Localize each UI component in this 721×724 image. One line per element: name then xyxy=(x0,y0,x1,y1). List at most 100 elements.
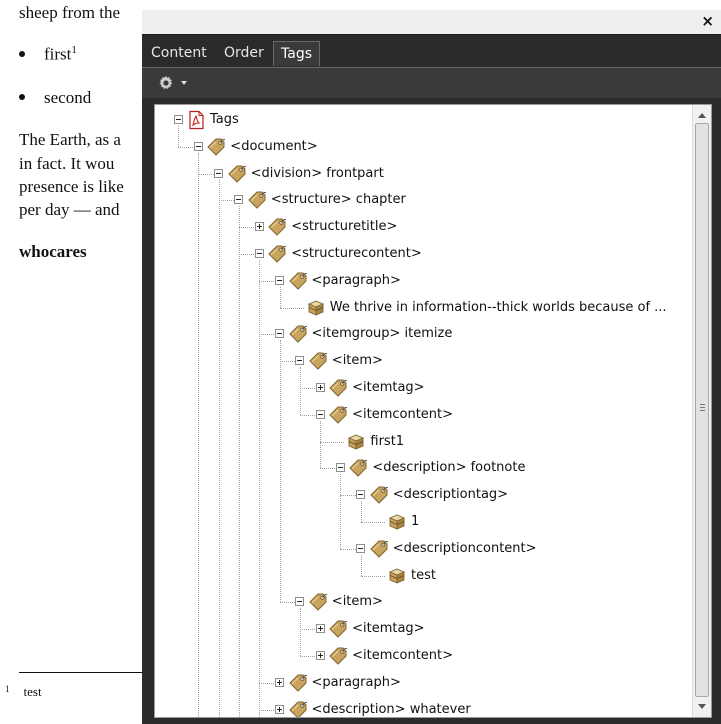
tree-connector xyxy=(340,474,342,549)
scroll-thumb[interactable] xyxy=(695,123,709,697)
tree-node[interactable]: first1 xyxy=(155,431,690,453)
tree-connector xyxy=(279,361,295,363)
tree-connector xyxy=(259,682,275,684)
tree-connector xyxy=(279,307,304,309)
tree-node-label: <itemtag> xyxy=(352,380,425,395)
tree-connector xyxy=(360,554,362,576)
tab-order[interactable]: Order xyxy=(217,41,271,66)
tag-icon xyxy=(288,700,308,717)
tree-node-label: <itemcontent> xyxy=(352,648,454,663)
tree-connector xyxy=(218,179,220,717)
tree-node[interactable]: <itemtag> xyxy=(155,377,690,399)
tree-node[interactable]: <descriptiontag> xyxy=(155,484,690,506)
tree-node[interactable]: <description> footnote xyxy=(155,457,690,479)
chevron-down-icon xyxy=(181,81,187,85)
scroll-down-icon[interactable] xyxy=(698,704,706,709)
close-icon[interactable]: × xyxy=(701,13,714,29)
expand-icon[interactable] xyxy=(275,677,284,687)
tree-node[interactable]: We thrive in information--thick worlds b… xyxy=(155,297,690,319)
tree-node-label: 1 xyxy=(411,514,420,529)
tree-node-label: <item> xyxy=(331,594,383,610)
tag-icon xyxy=(308,592,328,612)
tree-node[interactable]: <document> xyxy=(155,136,690,158)
scroll-up-icon[interactable] xyxy=(698,113,706,118)
collapse-icon[interactable] xyxy=(193,141,203,151)
tree-node-label: <itemgroup> itemize xyxy=(311,326,453,342)
bullet-icon xyxy=(19,94,25,101)
tree-node[interactable]: <itemgroup> itemize xyxy=(155,323,690,345)
tree-node[interactable]: <description> whatever xyxy=(155,699,690,717)
scroll-grip-icon xyxy=(700,407,705,408)
tree-node-label: <descriptiontag> xyxy=(392,487,509,503)
tree-connector xyxy=(320,441,345,443)
collapse-icon[interactable] xyxy=(335,463,345,473)
panel-toolbar xyxy=(142,67,721,98)
tag-icon xyxy=(328,405,348,425)
tree-node-label: <description> whatever xyxy=(311,701,471,717)
scroll-grip-icon xyxy=(700,404,705,405)
tree-connector xyxy=(299,414,316,416)
expand-icon[interactable] xyxy=(315,651,325,660)
collapse-icon[interactable] xyxy=(275,329,284,339)
tree-node[interactable]: <paragraph> xyxy=(155,270,690,292)
collapse-icon[interactable] xyxy=(295,356,305,366)
tree-connector xyxy=(198,152,200,717)
tab-tags[interactable]: Tags xyxy=(273,41,320,66)
body-line-5: per day — and xyxy=(19,200,120,219)
tree-connector xyxy=(360,522,385,523)
panel-tabbar: Content Order Tags xyxy=(142,34,721,67)
tree-node[interactable]: <structurecontent> xyxy=(155,243,690,265)
tree-connector xyxy=(340,548,356,550)
vertical-scrollbar[interactable] xyxy=(692,105,711,717)
tree-node[interactable]: <structure> chapter xyxy=(155,189,690,211)
tree-connector xyxy=(178,146,194,148)
tree-node-label: <itemcontent> xyxy=(352,406,454,422)
tree-node[interactable]: <descriptioncontent> xyxy=(155,538,690,560)
tree-connector xyxy=(218,200,234,202)
collapse-icon[interactable] xyxy=(254,249,264,258)
tag-icon xyxy=(328,646,348,666)
tree-node[interactable]: <paragraph> xyxy=(155,672,690,694)
tree-node[interactable]: <structuretitle> xyxy=(155,216,690,238)
collapse-icon[interactable] xyxy=(295,597,305,607)
tag-icon xyxy=(308,351,328,371)
collapse-icon[interactable] xyxy=(214,168,224,178)
tree-connector xyxy=(198,173,214,175)
expand-icon[interactable] xyxy=(275,704,284,714)
expand-icon[interactable] xyxy=(315,624,325,634)
collapse-icon[interactable] xyxy=(356,490,366,500)
collapse-icon[interactable] xyxy=(275,275,284,285)
tag-icon xyxy=(369,539,389,559)
collapse-icon[interactable] xyxy=(234,195,244,205)
tree-node-label: <paragraph> xyxy=(311,272,401,288)
tree-node[interactable]: test xyxy=(155,565,690,587)
body-line-2: The Earth, as a xyxy=(19,130,121,149)
tab-content[interactable]: Content xyxy=(144,41,214,66)
tree-connector xyxy=(299,629,316,631)
collapse-icon[interactable] xyxy=(173,115,183,124)
tree-connector xyxy=(178,126,179,147)
expand-icon[interactable] xyxy=(254,222,264,232)
tree-node[interactable]: <itemtag> xyxy=(155,618,690,640)
tree-node[interactable]: <itemcontent> xyxy=(155,645,690,667)
gear-icon xyxy=(159,75,173,90)
expand-icon[interactable] xyxy=(315,383,325,392)
collapse-icon[interactable] xyxy=(315,409,325,419)
tag-icon xyxy=(288,271,308,291)
collapse-icon[interactable] xyxy=(356,543,366,553)
tree-node-label: <division> frontpart xyxy=(250,165,384,181)
tree-node[interactable]: <itemcontent> xyxy=(155,404,690,426)
options-menu-button[interactable] xyxy=(156,73,190,93)
tree-node[interactable]: <item> xyxy=(155,591,690,613)
tree-connector xyxy=(299,367,301,415)
tag-icon xyxy=(348,458,368,478)
tree-connector xyxy=(360,501,362,522)
tree-connector xyxy=(259,280,275,282)
tree-connector xyxy=(279,340,281,603)
list-item-first: first1 xyxy=(19,44,77,65)
tree-node-label: test xyxy=(411,567,436,583)
tree-node[interactable]: <item> xyxy=(155,350,690,372)
tree-node[interactable]: Tags xyxy=(155,109,690,131)
tree-node[interactable]: <division> frontpart xyxy=(155,163,690,185)
tree-node[interactable]: 1 xyxy=(155,511,690,533)
